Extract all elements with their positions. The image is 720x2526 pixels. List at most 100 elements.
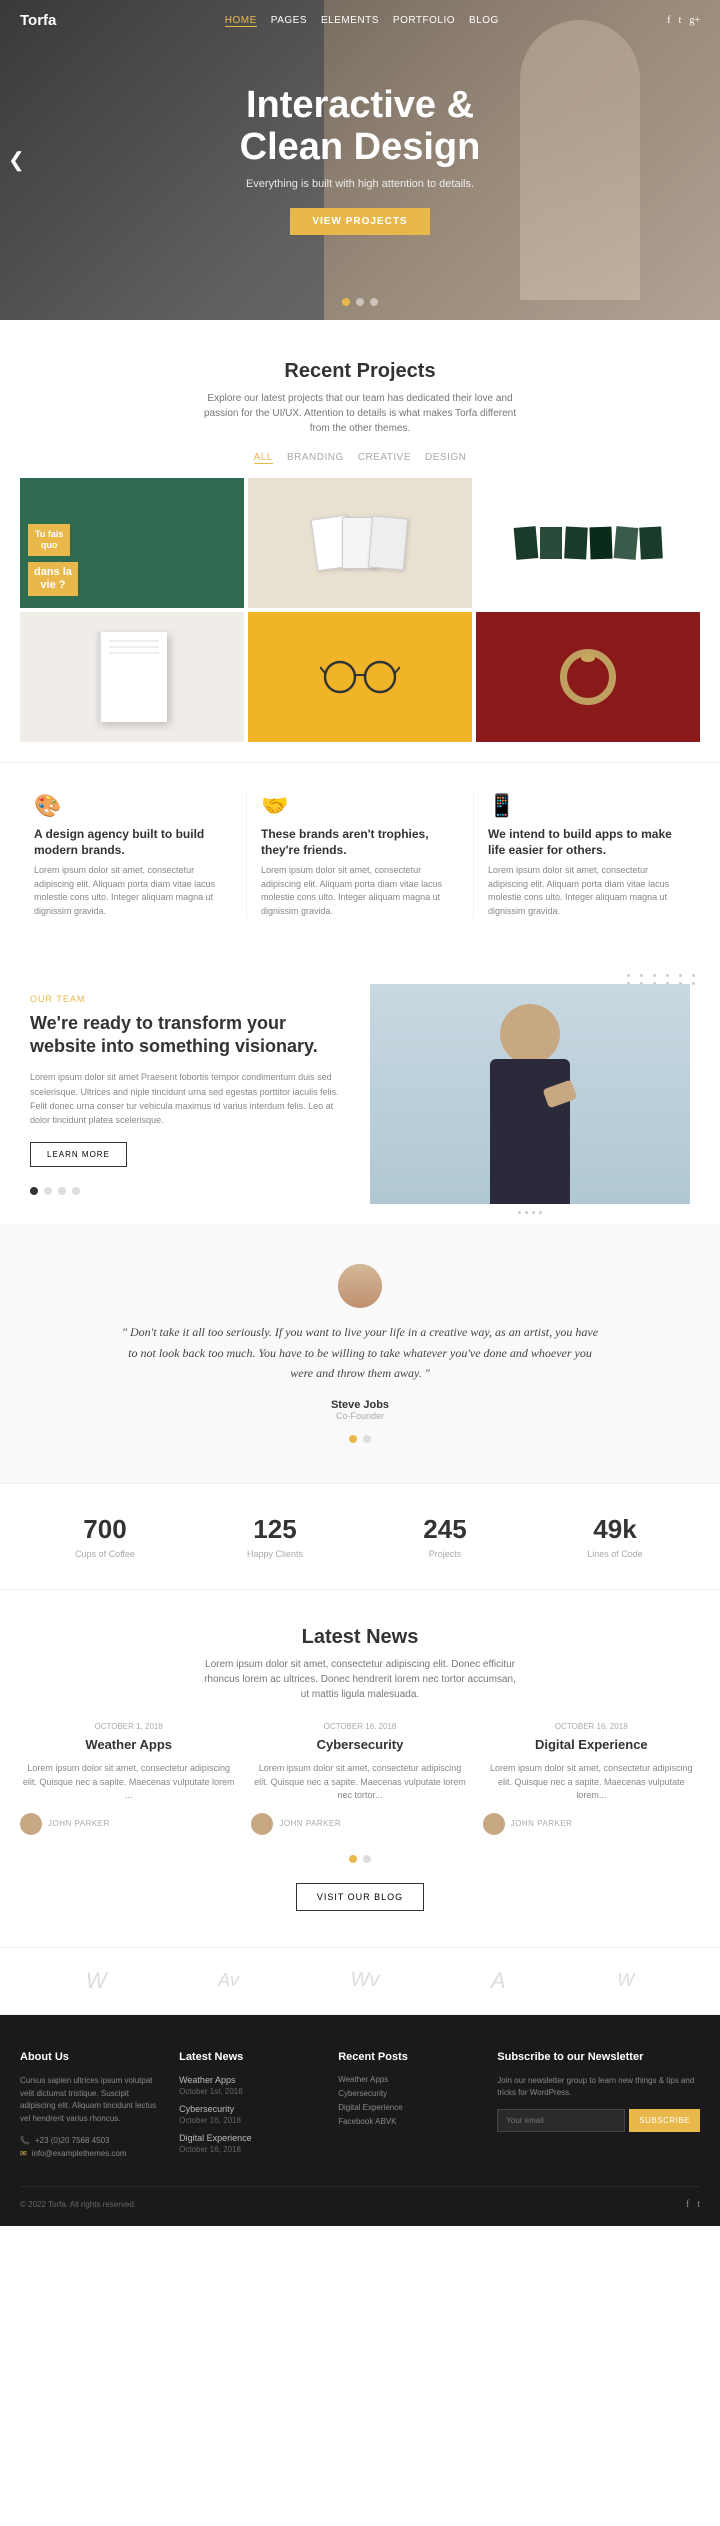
visit-blog-button[interactable]: VISIT OUR BLOG (296, 1883, 424, 1911)
filter-all[interactable]: ALL (254, 452, 273, 464)
news-title-2[interactable]: Cybersecurity (251, 1737, 468, 1754)
stat-code-number: 49k (530, 1514, 700, 1545)
author-avatar-2 (251, 1813, 273, 1835)
hero-cta-button[interactable]: VIEW PROJECTS (290, 208, 429, 235)
footer-phone-number: +23 (0)20 7568 4503 (35, 2136, 110, 2145)
footer-news-title: Latest News (179, 2051, 318, 2063)
footer-about-title: About Us (20, 2051, 159, 2063)
project-cell-2[interactable] (248, 478, 472, 608)
stat-code-label: Lines of Code (530, 1549, 700, 1559)
latest-news-title: Latest News (20, 1626, 700, 1649)
news-dot-2[interactable] (363, 1855, 371, 1863)
footer-news-title-1[interactable]: Weather Apps (179, 2075, 318, 2085)
team-dot-3[interactable] (58, 1187, 66, 1195)
footer-twitter-icon[interactable]: t (697, 2199, 700, 2210)
team-slider-dots (30, 1187, 350, 1195)
feature-3-title: We intend to build apps to make life eas… (488, 827, 686, 858)
recent-projects-section: Recent Projects Explore our latest proje… (0, 320, 720, 762)
hero-section: Interactive & Clean Design Everything is… (0, 0, 720, 320)
nav-elements[interactable]: ELEMENTS (321, 15, 379, 27)
twitter-icon[interactable]: t (679, 15, 682, 26)
footer-posts-col: Recent Posts Weather Apps Cybersecurity … (338, 2051, 477, 2162)
footer-newsletter-title: Subscribe to our Newsletter (497, 2051, 700, 2063)
feature-1: 🎨 A design agency built to build modern … (20, 793, 246, 918)
news-card-1: OCTOBER 1, 2018 Weather Apps Lorem ipsum… (20, 1722, 237, 1834)
project-cell-3[interactable] (476, 478, 700, 608)
stat-projects-number: 245 (360, 1514, 530, 1545)
footer-post-link-1[interactable]: Weather Apps (338, 2075, 477, 2084)
author-avatar-1 (20, 1813, 42, 1835)
feature-2-title: These brands aren't trophies, they're fr… (261, 827, 459, 858)
ring-icon (553, 642, 623, 712)
footer: About Us Cursus sapien ultrices ipsum vo… (0, 2015, 720, 2226)
testimonial-dots (40, 1435, 680, 1443)
partner-logo-5: W (617, 1970, 634, 1991)
news-author-3: JOHN PARKER (483, 1813, 700, 1835)
hero-title: Interactive & Clean Design (240, 85, 481, 169)
partners-section: W Av Wv A W (0, 1947, 720, 2015)
stat-code: 49k Lines of Code (530, 1514, 700, 1559)
team-text: Lorem ipsum dolor sit amet Praesent lobo… (30, 1070, 350, 1128)
hero-prev-arrow[interactable]: ❮ (8, 148, 25, 173)
project-grid: Tu fais quo dans la vie ? (20, 478, 700, 742)
filter-branding[interactable]: BRANDING (287, 452, 344, 464)
footer-post-link-2[interactable]: Cybersecurity (338, 2089, 477, 2098)
news-pagination-dots (20, 1855, 700, 1863)
news-title-1[interactable]: Weather Apps (20, 1737, 237, 1754)
footer-post-link-3[interactable]: Digital Experience (338, 2103, 477, 2112)
nav-blog[interactable]: BLOG (469, 15, 499, 27)
nav-pages[interactable]: PAGES (271, 15, 307, 27)
team-learn-more-button[interactable]: LEARN MORE (30, 1142, 127, 1167)
footer-news-title-2[interactable]: Cybersecurity (179, 2104, 318, 2114)
hero-dot-3[interactable] (370, 298, 378, 306)
footer-copyright: © 2022 Torfa. All rights reserved. (20, 2200, 136, 2209)
news-author-1: JOHN PARKER (20, 1813, 237, 1835)
footer-newsletter-col: Subscribe to our Newsletter Join our new… (497, 2051, 700, 2162)
stat-coffee-label: Cups of Coffee (20, 1549, 190, 1559)
filter-creative[interactable]: CREATIVE (358, 452, 411, 464)
feature-3-text: Lorem ipsum dolor sit amet, consectetur … (488, 864, 686, 918)
hero-dot-1[interactable] (342, 298, 350, 306)
feature-3-icon: 📱 (488, 793, 686, 819)
glasses-icon (320, 657, 400, 697)
test-dot-2[interactable] (363, 1435, 371, 1443)
latest-news-subtitle: Lorem ipsum dolor sit amet, consectetur … (200, 1657, 520, 1702)
hero-dots (342, 298, 378, 306)
nav-home[interactable]: HOME (225, 15, 257, 27)
newsletter-subscribe-button[interactable]: SUBSCRIBE (629, 2109, 700, 2132)
partner-logo-1: W (86, 1968, 107, 1994)
recent-projects-subtitle: Explore our latest projects that our tea… (200, 391, 520, 436)
navigation[interactable]: Torfa HOME PAGES ELEMENTS PORTFOLIO BLOG… (0, 0, 720, 41)
project-cell-4[interactable] (20, 612, 244, 742)
facebook-icon[interactable]: f (667, 15, 670, 26)
project-cell-5[interactable] (248, 612, 472, 742)
team-dot-4[interactable] (72, 1187, 80, 1195)
feature-2-text: Lorem ipsum dolor sit amet, consectetur … (261, 864, 459, 918)
filter-tabs: ALL BRANDING CREATIVE DESIGN (20, 452, 700, 464)
newsletter-email-input[interactable] (497, 2109, 625, 2132)
author-name-3: JOHN PARKER (511, 1819, 573, 1828)
footer-news-title-3[interactable]: Digital Experience (179, 2133, 318, 2143)
team-dot-1[interactable] (30, 1187, 38, 1195)
news-dot-1[interactable] (349, 1855, 357, 1863)
footer-post-link-4[interactable]: Facebook ABVK (338, 2117, 477, 2126)
nav-portfolio[interactable]: PORTFOLIO (393, 15, 455, 27)
testimonial-quote: " Don't take it all too seriously. If yo… (120, 1322, 600, 1383)
filter-design[interactable]: DESIGN (425, 452, 466, 464)
project-cell-1[interactable]: Tu fais quo dans la vie ? (20, 478, 244, 608)
news-title-3[interactable]: Digital Experience (483, 1737, 700, 1754)
project-cell-6[interactable] (476, 612, 700, 742)
footer-posts-title: Recent Posts (338, 2051, 477, 2063)
testimonial-name: Steve Jobs (40, 1399, 680, 1411)
team-dot-2[interactable] (44, 1187, 52, 1195)
news-grid: OCTOBER 1, 2018 Weather Apps Lorem ipsum… (20, 1722, 700, 1834)
recent-projects-title: Recent Projects (20, 360, 700, 383)
footer-facebook-icon[interactable]: f (686, 2199, 689, 2210)
team-title: We're ready to transform your website in… (30, 1012, 350, 1059)
feature-2: 🤝 These brands aren't trophies, they're … (246, 793, 474, 918)
google-icon[interactable]: g+ (689, 15, 700, 26)
hero-dot-2[interactable] (356, 298, 364, 306)
news-card-3: OCTOBER 16, 2018 Digital Experience Lore… (483, 1722, 700, 1834)
test-dot-1[interactable] (349, 1435, 357, 1443)
footer-newsletter-text: Join our newsletter group to learn new t… (497, 2075, 700, 2099)
